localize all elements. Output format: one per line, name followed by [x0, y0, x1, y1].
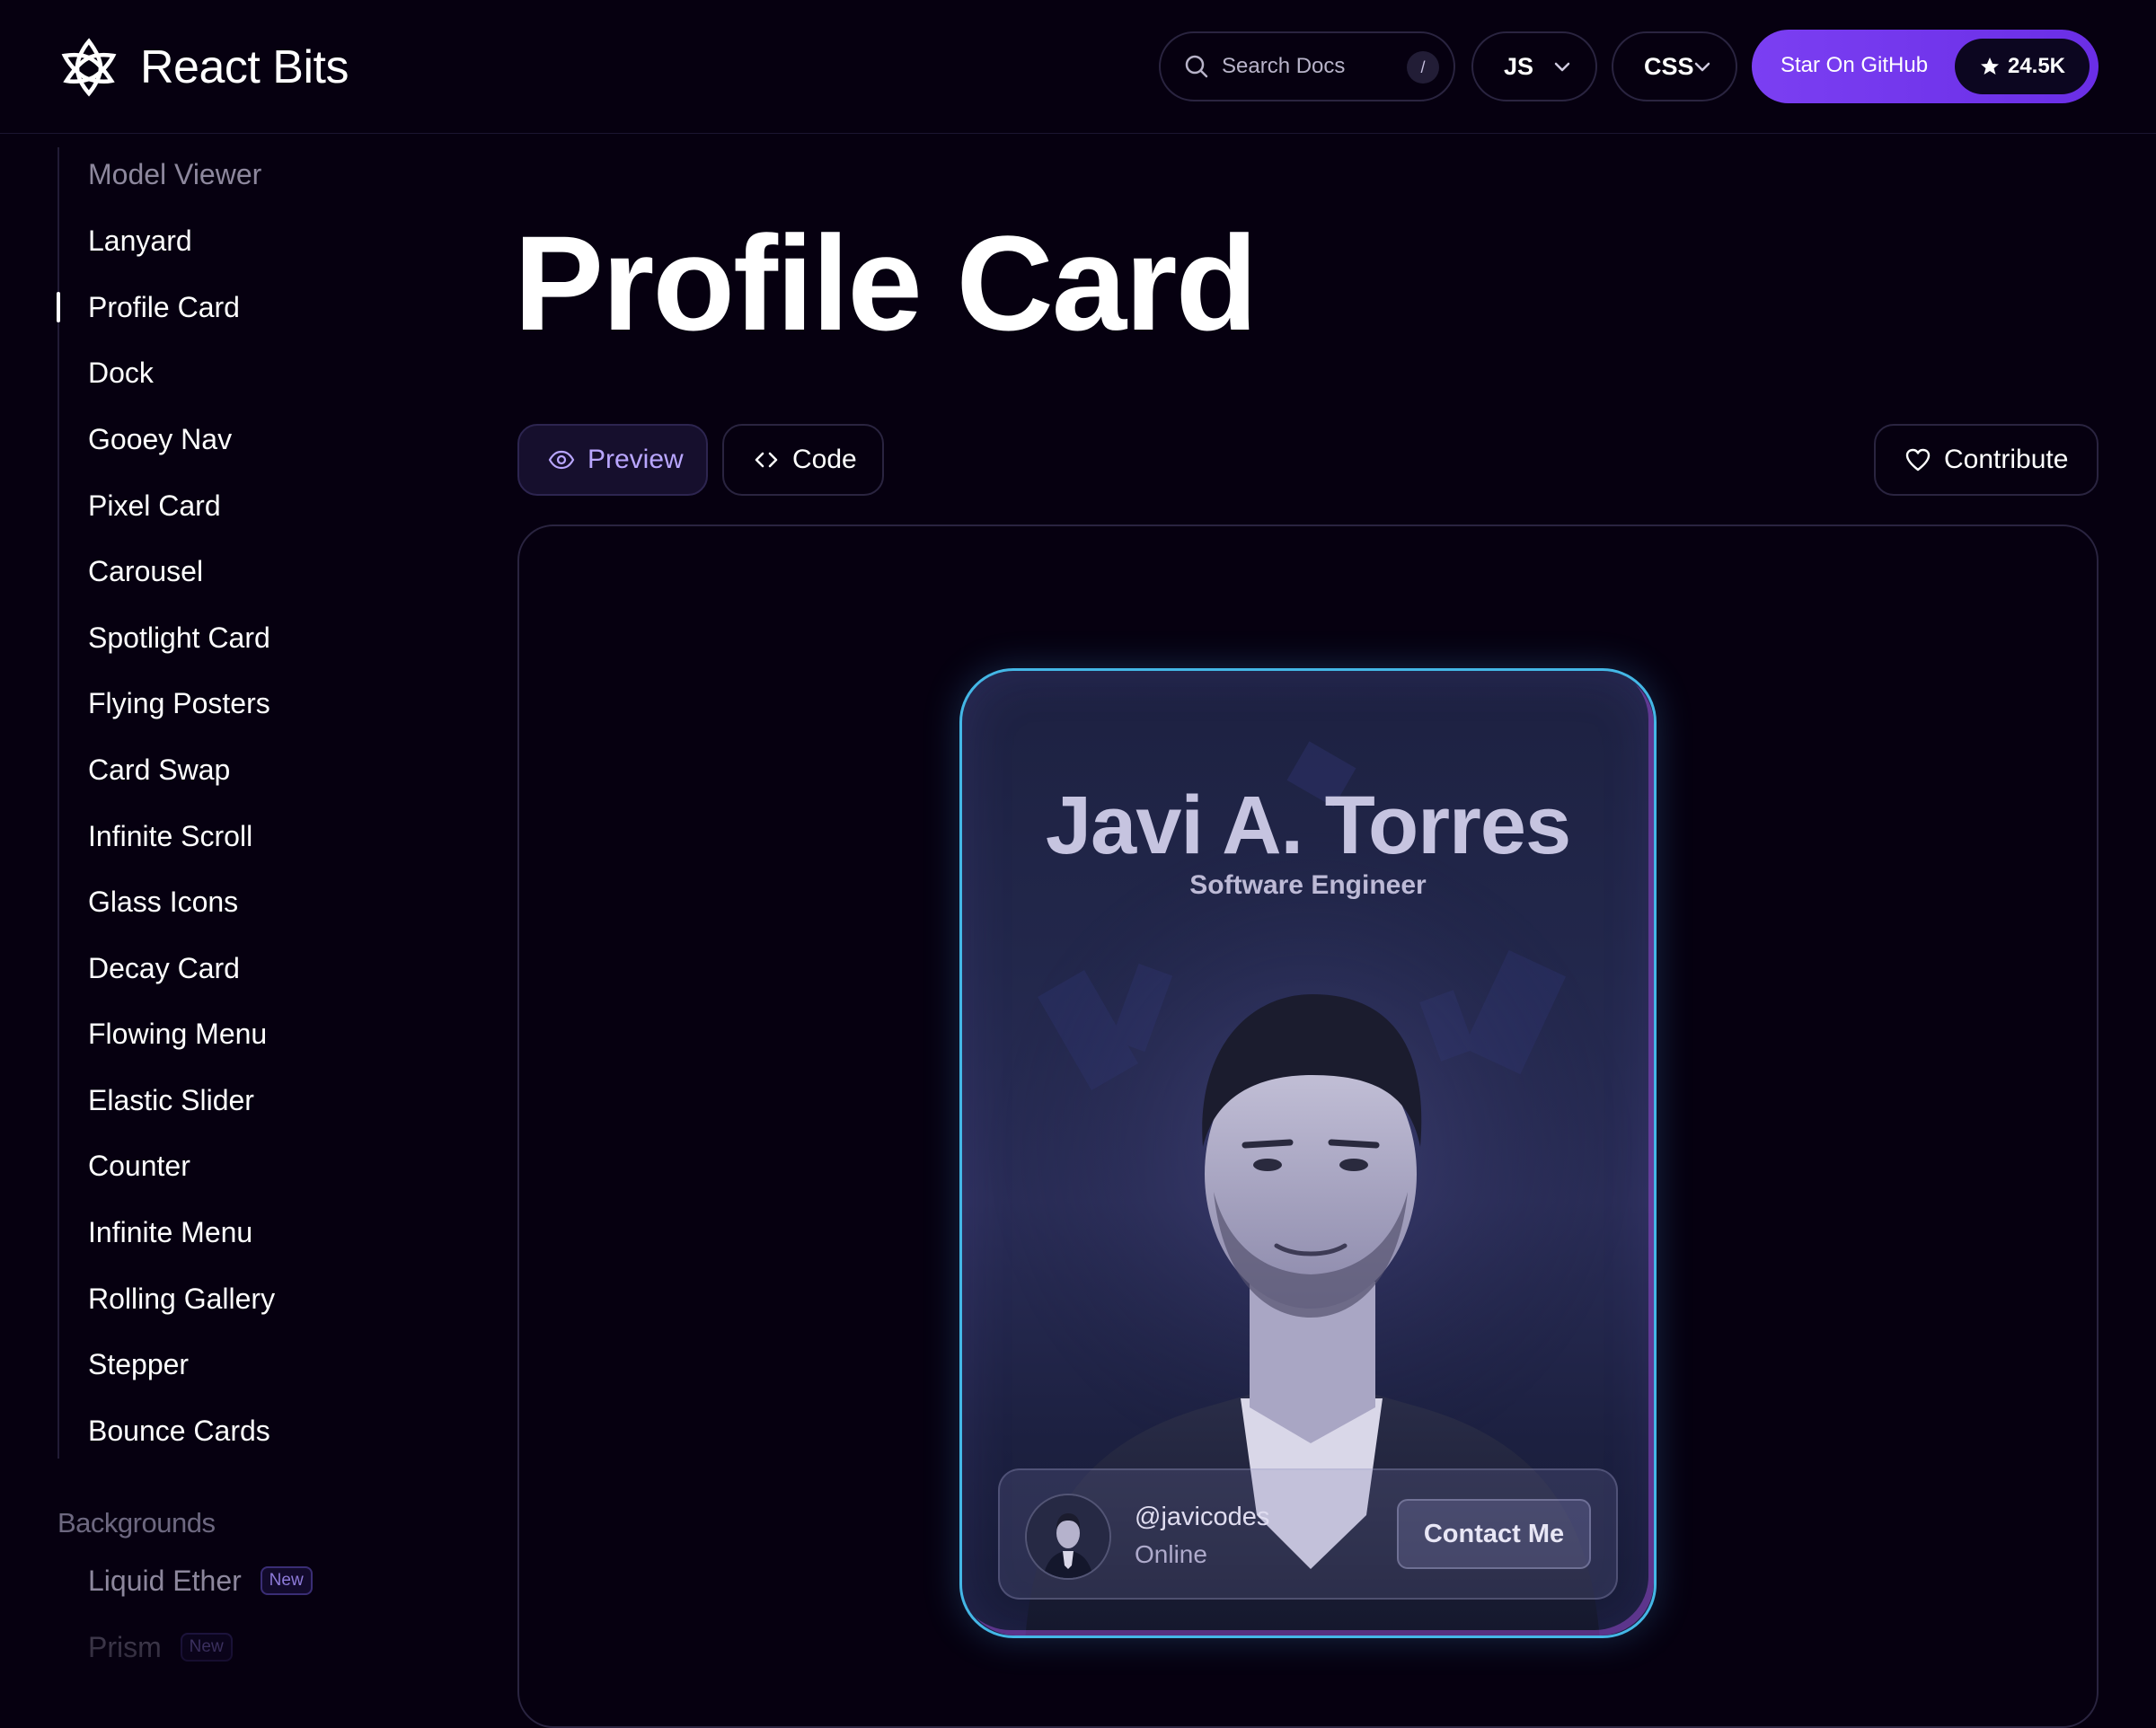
tab-code[interactable]: Code [722, 424, 884, 496]
profile-role: Software Engineer [1189, 870, 1427, 900]
github-star-count-value: 24.5K [2007, 54, 2066, 78]
sidebar-item-rolling-gallery[interactable]: Rolling Gallery [88, 1283, 275, 1316]
star-icon [1980, 57, 1999, 75]
sidebar-item-counter[interactable]: Counter [88, 1150, 190, 1183]
sidebar-item-flowing-menu[interactable]: Flowing Menu [88, 1018, 267, 1051]
page-title: Profile Card [514, 207, 1258, 358]
sidebar-item-carousel[interactable]: Carousel [88, 555, 203, 588]
contribute-label: Contribute [1944, 445, 2069, 474]
sidebar-item-infinite-menu[interactable]: Infinite Menu [88, 1216, 252, 1249]
sidebar-item-glass-icons[interactable]: Glass Icons [88, 886, 238, 919]
profile-status: Online [1135, 1540, 1207, 1568]
sidebar-item-elastic-slider[interactable]: Elastic Slider [88, 1084, 254, 1117]
search-shortcut-key: / [1407, 51, 1439, 84]
sidebar-item-spotlight-card[interactable]: Spotlight Card [88, 622, 270, 655]
sidebar-rail [57, 147, 59, 1459]
new-badge: New [260, 1565, 313, 1595]
top-header: React Bits Search Docs / JS CSS Star On … [0, 0, 2156, 134]
language-select-value: JS [1504, 52, 1534, 80]
chevron-down-icon [1554, 62, 1570, 72]
sidebar-item-stepper[interactable]: Stepper [88, 1348, 189, 1381]
heart-icon [1905, 448, 1931, 472]
search-placeholder: Search Docs [1222, 54, 1346, 78]
language-select[interactable]: JS [1471, 31, 1597, 101]
sidebar-item-lanyard[interactable]: Lanyard [88, 225, 192, 258]
style-select-value: CSS [1644, 52, 1694, 80]
eye-icon [548, 450, 575, 470]
profile-card[interactable]: Javi A. Torres Software Engineer @javico… [959, 668, 1657, 1638]
github-star-count: 24.5K [1955, 39, 2090, 94]
github-label: Star On GitHub [1780, 53, 1929, 77]
sidebar-item-label: Prism [88, 1631, 162, 1663]
star-on-github-button[interactable]: Star On GitHub 24.5K [1752, 30, 2099, 103]
avatar [1025, 1494, 1111, 1580]
sidebar-nav: Model Viewer Lanyard Profile Card Dock G… [0, 135, 377, 1703]
sidebar-item-card-swap[interactable]: Card Swap [88, 754, 230, 787]
active-item-indicator [57, 292, 60, 322]
sidebar-item-profile-card[interactable]: Profile Card [88, 291, 240, 324]
sidebar-item-flying-posters[interactable]: Flying Posters [88, 687, 270, 720]
search-docs-button[interactable]: Search Docs / [1159, 31, 1455, 101]
contribute-button[interactable]: Contribute [1874, 424, 2099, 496]
contact-me-button[interactable]: Contact Me [1397, 1499, 1591, 1569]
sidebar-item-gooey-nav[interactable]: Gooey Nav [88, 423, 232, 456]
tab-code-label: Code [792, 445, 857, 474]
sidebar-section-backgrounds: Backgrounds [57, 1507, 216, 1538]
new-badge: New [180, 1632, 233, 1662]
profile-user-bar: @javicodes Online Contact Me [998, 1468, 1618, 1600]
sidebar-item-label: Liquid Ether [88, 1565, 242, 1597]
sidebar-item-dock[interactable]: Dock [88, 357, 154, 390]
sidebar-item-liquid-ether[interactable]: Liquid Ether New [88, 1565, 313, 1598]
sidebar-item-infinite-scroll[interactable]: Infinite Scroll [88, 820, 252, 853]
chevron-down-icon [1694, 62, 1710, 72]
tab-preview[interactable]: Preview [517, 424, 708, 496]
sidebar-item-prism[interactable]: Prism New [88, 1631, 233, 1664]
atom-logo-icon [61, 38, 117, 97]
profile-name: Javi A. Torres [1045, 780, 1571, 871]
sidebar-item-model-viewer[interactable]: Model Viewer [88, 158, 261, 191]
sidebar-item-pixel-card[interactable]: Pixel Card [88, 489, 221, 523]
profile-handle: @javicodes [1135, 1503, 1270, 1531]
code-brackets-icon [755, 452, 778, 468]
sidebar-item-bounce-cards[interactable]: Bounce Cards [88, 1415, 270, 1448]
avatar-image [1027, 1495, 1109, 1578]
tab-preview-label: Preview [588, 445, 684, 474]
brand-name: React Bits [140, 41, 349, 93]
sidebar-item-decay-card[interactable]: Decay Card [88, 952, 240, 985]
brand-logo[interactable]: React Bits [56, 34, 349, 101]
search-icon [1185, 55, 1208, 78]
style-select[interactable]: CSS [1612, 31, 1737, 101]
